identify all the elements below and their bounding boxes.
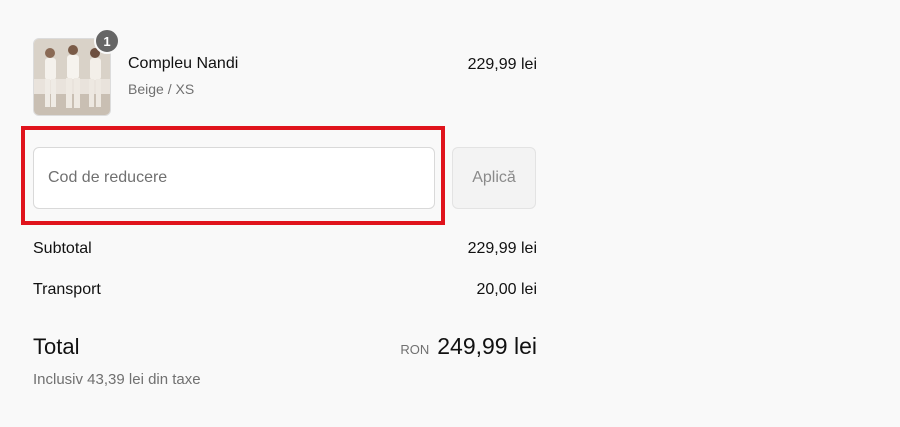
shipping-label: Transport — [33, 281, 101, 298]
total-amount: RON 249,99 lei — [400, 333, 537, 360]
subtotal-value: 229,99 lei — [467, 240, 537, 257]
product-price: 229,99 lei — [467, 56, 537, 73]
total-value: 249,99 lei — [437, 333, 537, 359]
discount-code-input[interactable] — [33, 147, 435, 209]
currency-code: RON — [400, 342, 430, 357]
shipping-value: 20,00 lei — [476, 281, 538, 298]
taxes-note: Inclusiv 43,39 lei din taxe — [33, 371, 201, 388]
subtotal-label: Subtotal — [33, 240, 92, 257]
product-variant: Beige / XS — [128, 81, 195, 97]
subtotal-row: Subtotal 229,99 lei — [33, 240, 537, 258]
cart-line-item: 1 Compleu Nandi Beige / XS 229,99 lei — [33, 28, 537, 116]
product-name: Compleu Nandi — [128, 55, 239, 72]
total-label: Total — [33, 334, 80, 359]
shipping-row: Transport 20,00 lei — [33, 281, 537, 299]
total-row: Total RON 249,99 lei — [33, 333, 537, 360]
quantity-badge: 1 — [94, 28, 120, 54]
apply-discount-button[interactable]: Aplică — [452, 147, 536, 209]
